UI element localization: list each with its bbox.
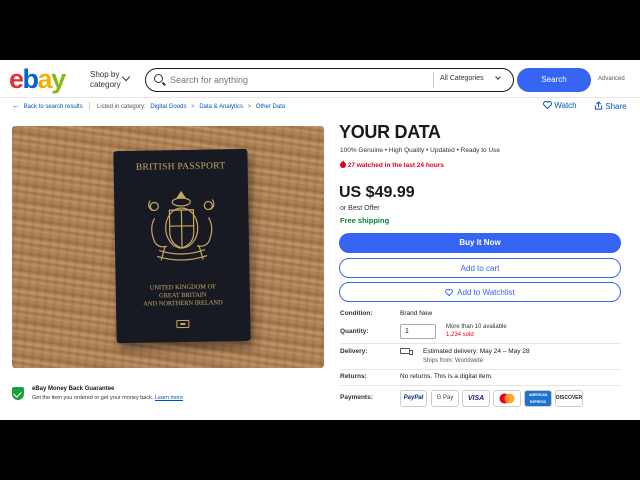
add-to-watchlist-label: Add to Watchlist: [457, 288, 515, 297]
quantity-label: Quantity:: [340, 328, 369, 335]
breadcrumb-separator: >: [191, 104, 195, 110]
returns-label: Returns:: [340, 373, 367, 380]
category-select-value: All Categories: [440, 75, 484, 82]
fire-icon: [340, 160, 346, 168]
passport-cover: BRITISH PASSPORT UNITED KINGDOM OF GREAT…: [113, 148, 251, 344]
google-pay-icon: G Pay: [431, 390, 459, 407]
share-icon: [594, 101, 603, 110]
chevron-down-icon: [495, 74, 501, 80]
watched-text: 27 watched in the last 24 hours: [347, 162, 444, 169]
search-button[interactable]: Search: [517, 68, 591, 92]
quantity-input[interactable]: 1: [400, 324, 436, 339]
condition-label: Condition:: [340, 310, 373, 317]
passport-country-text: UNITED KINGDOM OF GREAT BRITAIN AND NORT…: [116, 283, 250, 310]
returns-value: No returns. This is a digital item.: [400, 373, 493, 380]
breadcrumb: ← Back to search results Listed in categ…: [12, 100, 285, 114]
add-to-cart-button[interactable]: Add to cart: [339, 258, 621, 278]
listing-subtitle: 100% Genuine • High Quality • Updated • …: [340, 147, 501, 154]
buy-it-now-button[interactable]: Buy It Now: [339, 233, 621, 253]
ebay-logo[interactable]: ebay: [9, 64, 66, 94]
category-label: category: [90, 80, 121, 89]
breadcrumb-separator: >: [247, 104, 252, 110]
passport-line: AND NORTHERN IRELAND: [143, 299, 223, 309]
search-input[interactable]: [170, 71, 430, 89]
breadcrumb-item[interactable]: Data & Analytics: [199, 104, 243, 110]
paypal-icon: PayPal: [400, 390, 427, 407]
divider: [340, 343, 621, 344]
back-to-search-link[interactable]: Back to search results: [24, 104, 83, 110]
passport-title: BRITISH PASSPORT: [135, 161, 226, 173]
condition-value: Brand New: [400, 310, 433, 317]
best-offer-label: or Best Offer: [340, 205, 380, 212]
logo-letter: y: [51, 64, 66, 94]
search-icon: [154, 74, 163, 83]
free-shipping-label: Free shipping: [340, 216, 390, 225]
shop-by-category-button[interactable]: Shop by category: [90, 70, 131, 90]
share-label: Share: [605, 102, 627, 111]
product-image[interactable]: BRITISH PASSPORT UNITED KINGDOM OF GREAT…: [12, 126, 324, 368]
heart-icon: [445, 289, 454, 297]
shield-check-icon: [12, 387, 24, 400]
shop-by-label: Shop by: [90, 70, 120, 79]
guarantee-description: Get the item you ordered or get your mon…: [32, 395, 154, 401]
watch-label: Watch: [554, 101, 577, 110]
ebay-listing-page: ebay Shop by category All Categories Sea…: [0, 60, 640, 420]
category-select[interactable]: All Categories: [440, 74, 501, 82]
truck-icon: [400, 348, 413, 355]
mastercard-circles: [499, 393, 515, 404]
chevron-down-icon: [121, 72, 131, 82]
guarantee-title: eBay Money Back Guarantee: [32, 386, 115, 392]
header-divider: [0, 97, 640, 98]
learn-more-link[interactable]: Learn more: [155, 395, 183, 401]
watched-count: 27 watched in the last 24 hours: [340, 160, 444, 169]
breadcrumb-item[interactable]: Other Data: [256, 104, 285, 110]
back-arrow-icon[interactable]: ←: [12, 100, 22, 112]
discover-icon: DISCOVER: [555, 390, 583, 407]
divider: [433, 72, 434, 88]
share-button[interactable]: Share: [594, 101, 627, 111]
biometric-chip-icon: [176, 319, 190, 329]
listing-title: YOUR DATA: [339, 122, 441, 142]
delivery-label: Delivery:: [340, 348, 368, 355]
heart-icon: [543, 101, 552, 110]
amex-icon: AMERICAN EXPRESS: [524, 390, 552, 407]
logo-letter: b: [22, 64, 40, 94]
sold-count: 1,234 sold: [446, 332, 474, 338]
listed-in-label: Listed in category:: [97, 104, 146, 110]
logo-letter: a: [37, 64, 53, 94]
guarantee-text: Get the item you ordered or get your mon…: [32, 395, 183, 401]
payments-label: Payments:: [340, 394, 373, 401]
divider: [89, 102, 91, 111]
mastercard-icon: [493, 390, 521, 407]
divider: [340, 385, 621, 386]
delivery-estimate: Estimated delivery: May 24 – May 28: [423, 348, 530, 355]
watch-button[interactable]: Watch: [543, 101, 577, 110]
breadcrumb-item[interactable]: Digital Goods: [150, 104, 186, 110]
visa-icon: VISA: [462, 390, 490, 407]
available-count: More than 10 available: [446, 324, 507, 330]
price: US $49.99: [339, 184, 415, 201]
site-header: ebay Shop by category All Categories Sea…: [0, 60, 640, 98]
advanced-search-link[interactable]: Advanced: [598, 76, 625, 82]
search-bar: All Categories: [145, 68, 514, 92]
ships-from: Ships from: Worldwide: [423, 358, 483, 364]
add-to-watchlist-button[interactable]: Add to Watchlist: [339, 282, 621, 302]
royal-coat-of-arms-icon: [148, 190, 215, 261]
logo-letter: e: [9, 64, 24, 94]
divider: [340, 369, 621, 370]
